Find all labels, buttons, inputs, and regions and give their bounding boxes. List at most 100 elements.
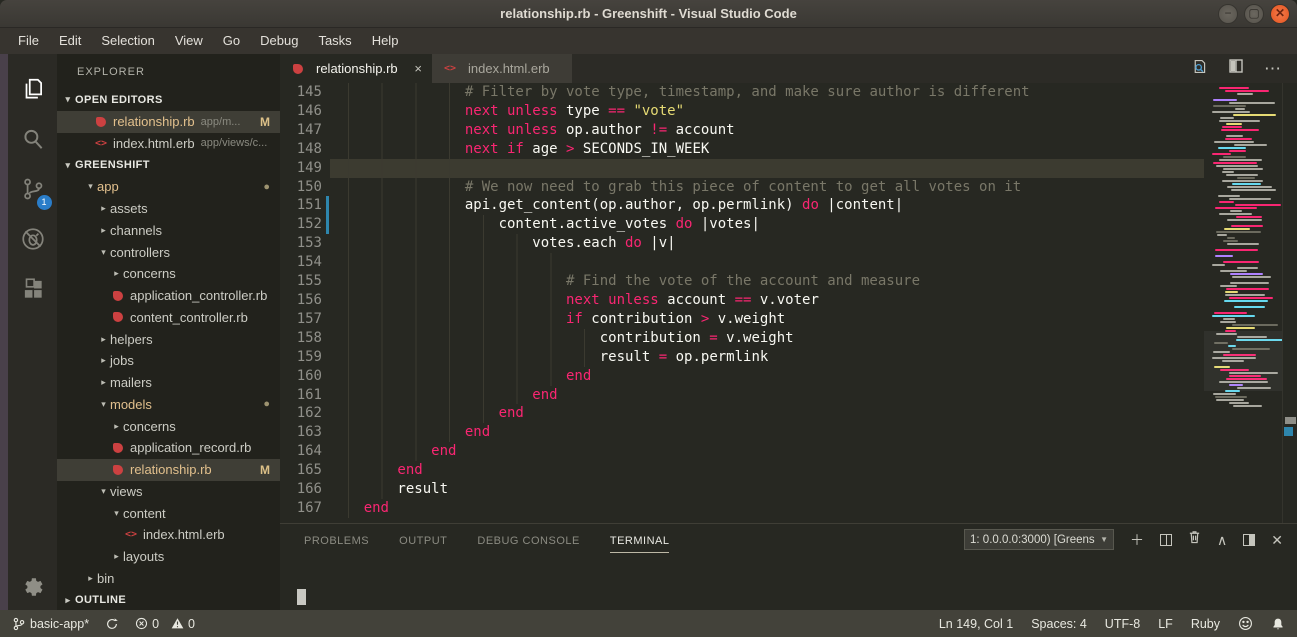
tree-item[interactable]: ▾ content xyxy=(57,502,280,524)
minimap[interactable] xyxy=(1204,83,1283,523)
debug-icon[interactable] xyxy=(9,214,57,264)
code-line[interactable]: next if age > SECONDS_IN_WEEK xyxy=(330,139,1204,159)
code-line[interactable]: # Find the vote of the account and measu… xyxy=(330,272,1204,291)
menu-item-tasks[interactable]: Tasks xyxy=(308,28,361,54)
code-line[interactable]: api.get_content(op.author, op.permlink) … xyxy=(330,196,1204,216)
code-line[interactable] xyxy=(330,253,1204,273)
minimize-button[interactable]: − xyxy=(1218,4,1238,24)
tree-item[interactable]: ▾ views xyxy=(57,481,280,503)
split-editor-icon[interactable] xyxy=(1228,58,1244,79)
open-editors-header[interactable]: ▾ OPEN EDITORS xyxy=(57,89,280,111)
tree-item[interactable]: application_controller.rb xyxy=(57,285,280,307)
project-header[interactable]: ▾ GREENSHIFT xyxy=(57,154,280,176)
panel-tab-terminal[interactable]: TERMINAL xyxy=(609,526,670,553)
menu-item-edit[interactable]: Edit xyxy=(49,28,91,54)
status-branch[interactable]: basic-app* xyxy=(12,617,89,631)
tree-item[interactable]: ▾ controllers xyxy=(57,241,280,263)
status-encoding[interactable]: UTF-8 xyxy=(1105,617,1140,631)
menu-item-debug[interactable]: Debug xyxy=(250,28,308,54)
status-feedback-smiley[interactable] xyxy=(1238,616,1253,631)
code-line[interactable]: next unless op.author != account xyxy=(330,120,1204,140)
maximize-panel-icon[interactable]: ∧ xyxy=(1217,533,1227,547)
new-terminal-icon[interactable]: ＋ xyxy=(1130,533,1144,547)
status-indentation[interactable]: Spaces: 4 xyxy=(1031,617,1087,631)
source-control-icon[interactable]: 1 xyxy=(9,164,57,214)
code-line[interactable]: # Filter by vote type, timestamp, and ma… xyxy=(330,83,1204,102)
tab-close-icon[interactable]: × xyxy=(414,61,422,76)
code-line[interactable]: next unless type == "vote" xyxy=(330,101,1204,121)
tree-item[interactable]: ▸ helpers xyxy=(57,328,280,350)
tree-item[interactable]: ▸ layouts xyxy=(57,546,280,568)
tree-item[interactable]: ▸ mailers xyxy=(57,372,280,394)
panel-tab-problems[interactable]: PROBLEMS xyxy=(304,526,369,553)
panel-tab-output[interactable]: OUTPUT xyxy=(399,526,447,553)
tab-relationship-rb[interactable]: relationship.rb × xyxy=(280,54,432,83)
tree-item[interactable]: ▸ bin xyxy=(57,568,280,590)
tree-item[interactable]: application_record.rb xyxy=(57,437,280,459)
tree-item[interactable]: ▾ models ● xyxy=(57,394,280,416)
tree-item[interactable]: ▸ jobs xyxy=(57,350,280,372)
close-panel-icon[interactable]: ✕ xyxy=(1271,533,1283,547)
open-editor-item[interactable]: <> index.html.erb app/views/c... xyxy=(57,133,280,155)
extensions-icon[interactable] xyxy=(9,264,57,314)
code-line[interactable] xyxy=(330,158,1204,178)
menu-item-selection[interactable]: Selection xyxy=(91,28,164,54)
search-icon[interactable] xyxy=(9,114,57,164)
code-line[interactable]: end xyxy=(330,366,1204,386)
tree-item[interactable]: ▸ concerns xyxy=(57,263,280,285)
status-cursor-position[interactable]: Ln 149, Col 1 xyxy=(939,617,1013,631)
status-language-mode[interactable]: Ruby xyxy=(1191,617,1220,631)
tree-item[interactable]: relationship.rb M xyxy=(57,458,280,481)
menu-item-file[interactable]: File xyxy=(8,28,49,54)
terminal-area[interactable] xyxy=(280,555,1297,610)
code-line[interactable]: next unless account == v.voter xyxy=(330,290,1204,310)
menu-item-view[interactable]: View xyxy=(165,28,213,54)
code-line[interactable]: end xyxy=(330,498,1204,518)
status-sync[interactable] xyxy=(105,617,119,631)
panel-tab-debug-console[interactable]: DEBUG CONSOLE xyxy=(477,526,579,553)
toggle-panel-icon[interactable] xyxy=(1243,533,1256,546)
code-line[interactable]: if contribution > v.weight xyxy=(330,309,1204,329)
maximize-button[interactable]: ▢ xyxy=(1244,4,1264,24)
tree-item[interactable]: content_controller.rb xyxy=(57,307,280,329)
code-line[interactable]: end xyxy=(330,442,1204,462)
tree-item[interactable]: <> index.html.erb xyxy=(57,524,280,546)
code-line[interactable]: votes.each do |v| xyxy=(330,234,1204,254)
code-text: end xyxy=(431,443,457,460)
scrollbar-thumb[interactable] xyxy=(1285,417,1296,424)
code-line[interactable]: end xyxy=(330,461,1204,481)
more-actions-icon[interactable]: ⋯ xyxy=(1264,59,1281,79)
code-pane[interactable]: # Filter by vote type, timestamp, and ma… xyxy=(330,83,1204,523)
explorer-icon[interactable] xyxy=(9,64,57,114)
code-line[interactable]: # We now need to grab this piece of cont… xyxy=(330,177,1204,197)
code-line[interactable]: result xyxy=(330,480,1204,499)
minimap-line xyxy=(1232,324,1278,326)
status-notifications-bell[interactable] xyxy=(1271,617,1285,631)
menu-item-go[interactable]: Go xyxy=(213,28,250,54)
tree-item[interactable]: ▸ channels xyxy=(57,220,280,242)
code-line[interactable]: content.active_votes do |votes| xyxy=(330,215,1204,235)
tree-item[interactable]: ▸ assets xyxy=(57,198,280,220)
editor-scrollbar[interactable] xyxy=(1282,83,1297,523)
split-terminal-icon[interactable] xyxy=(1160,533,1173,546)
code-line[interactable]: result = op.permlink xyxy=(330,347,1204,367)
status-eol[interactable]: LF xyxy=(1158,617,1173,631)
tree-item[interactable]: ▾ app ● xyxy=(57,176,280,198)
code-line[interactable]: end xyxy=(330,385,1204,405)
tree-item[interactable]: ▸ concerns xyxy=(57,415,280,437)
code-line[interactable]: end xyxy=(330,423,1204,443)
kill-terminal-icon[interactable] xyxy=(1188,530,1201,549)
settings-gear-icon[interactable] xyxy=(9,564,57,610)
code-line[interactable]: end xyxy=(330,404,1204,424)
editor-gutter: 145 146 147 148 149 150 151 152 153 154 155 156 157 1… xyxy=(280,83,330,523)
open-editor-item[interactable]: relationship.rb app/m... M xyxy=(57,110,280,133)
menu-item-help[interactable]: Help xyxy=(362,28,409,54)
code-editor[interactable]: 145 146 147 148 149 150 151 152 153 154 155 156 157 1… xyxy=(280,83,1297,523)
outline-header[interactable]: ▸ OUTLINE xyxy=(57,589,280,610)
terminal-select[interactable]: 1: 0.0.0.0:3000) [Greens ▼ xyxy=(964,529,1115,550)
open-changes-icon[interactable] xyxy=(1191,58,1208,80)
status-problems[interactable]: 0 0 xyxy=(135,617,195,631)
code-line[interactable]: contribution = v.weight xyxy=(330,328,1204,348)
close-button[interactable]: ✕ xyxy=(1270,4,1290,24)
tab-index-html-erb[interactable]: <> index.html.erb xyxy=(432,54,572,83)
